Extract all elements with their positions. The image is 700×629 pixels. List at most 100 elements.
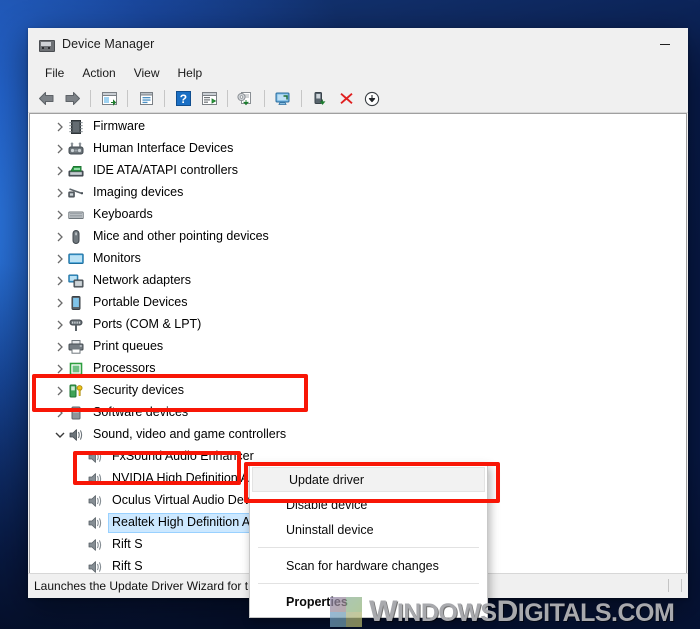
- software-device-icon: [68, 405, 84, 421]
- menu-action[interactable]: Action: [73, 63, 124, 83]
- tree-item-label: Display adapters: [90, 113, 189, 114]
- toolbar-forward[interactable]: [60, 87, 84, 110]
- tree-item-software-devices[interactable]: Software devices: [30, 402, 686, 424]
- toolbar-separator: [264, 90, 265, 107]
- audio-device-icon: [87, 537, 103, 553]
- tree-item-label: Monitors: [93, 251, 141, 265]
- tree-item-security-devices[interactable]: Security devices: [30, 380, 686, 402]
- chevron-right-icon[interactable]: [52, 119, 68, 135]
- chevron-right-icon[interactable]: [52, 361, 68, 377]
- audio-device-icon: [87, 559, 103, 573]
- toolbar-action-pane[interactable]: [197, 87, 221, 110]
- show-hide-action-pane-icon: [201, 92, 217, 105]
- chevron-right-icon[interactable]: [52, 383, 68, 399]
- toolbar-properties[interactable]: [134, 87, 158, 110]
- tree-item-sound-video-game-controllers[interactable]: Sound, video and game controllers: [30, 424, 686, 446]
- toolbar-disable-device[interactable]: [360, 87, 384, 110]
- tree-item-label: Security devices: [93, 383, 185, 397]
- monitor-icon: [68, 251, 84, 267]
- security-device-icon: [68, 383, 84, 399]
- tree-item-portable-devices[interactable]: Portable Devices: [30, 292, 686, 314]
- tree-item-print-queues[interactable]: Print queues: [30, 336, 686, 358]
- chevron-down-icon[interactable]: [52, 427, 68, 443]
- properties-icon: [139, 92, 153, 105]
- chevron-right-icon[interactable]: [52, 229, 68, 245]
- firmware-icon: [68, 119, 84, 135]
- tree-item-label: Portable Devices: [93, 295, 188, 309]
- toolbar-help[interactable]: ?: [171, 87, 195, 110]
- tree-item-monitors[interactable]: Monitors: [30, 248, 686, 270]
- chevron-right-icon[interactable]: [52, 405, 68, 421]
- toolbar: ?: [28, 85, 688, 113]
- tree-item-label: Firmware: [93, 119, 146, 133]
- tree-item-label: Rift S: [112, 559, 143, 573]
- audio-device-icon: [87, 471, 103, 487]
- watermark-indows: INDOWS: [396, 599, 497, 627]
- chevron-right-icon[interactable]: [52, 317, 68, 333]
- uninstall-device-icon: [339, 93, 353, 104]
- context-menu-separator: [258, 547, 479, 548]
- window-title: Device Manager: [62, 37, 155, 51]
- tree-item-network-adapters[interactable]: Network adapters: [30, 270, 686, 292]
- context-uninstall-device[interactable]: Uninstall device: [250, 517, 487, 542]
- tree-item-mice[interactable]: Mice and other pointing devices: [30, 226, 686, 248]
- network-adapter-icon: [68, 273, 84, 289]
- menu-view[interactable]: View: [125, 63, 169, 83]
- chevron-right-icon[interactable]: [52, 141, 68, 157]
- tree-item-ports[interactable]: Ports (COM & LPT): [30, 314, 686, 336]
- titlebar: Device Manager: [28, 28, 688, 60]
- tree-item-imaging-devices[interactable]: Imaging devices: [30, 182, 686, 204]
- toolbar-separator: [164, 90, 165, 107]
- menu-file[interactable]: File: [36, 63, 73, 83]
- tree-item-label: Human Interface Devices: [93, 141, 234, 155]
- chevron-right-icon[interactable]: [52, 207, 68, 223]
- chevron-right-icon[interactable]: [52, 163, 68, 179]
- toolbar-uninstall-device[interactable]: [334, 87, 358, 110]
- toolbar-separator: [90, 90, 91, 107]
- tree-item-keyboards[interactable]: Keyboards: [30, 204, 686, 226]
- context-menu-separator: [258, 583, 479, 584]
- chevron-right-icon[interactable]: [52, 273, 68, 289]
- menu-help[interactable]: Help: [169, 63, 212, 83]
- toolbar-back[interactable]: [34, 87, 58, 110]
- tree-item-processors[interactable]: Processors: [30, 358, 686, 380]
- context-disable-device[interactable]: Disable device: [250, 492, 487, 517]
- svg-text:?: ?: [179, 92, 186, 106]
- mouse-icon: [68, 229, 84, 245]
- chevron-right-icon[interactable]: [52, 251, 68, 267]
- status-text: Launches the Update Driver Wizard for th…: [34, 579, 262, 593]
- toolbar-separator: [127, 90, 128, 107]
- toolbar-enable-device[interactable]: [308, 87, 332, 110]
- audio-device-icon: [87, 515, 103, 531]
- watermark-w: W: [369, 595, 397, 628]
- tree-item-label: Software devices: [93, 405, 189, 419]
- tree-item-label: Network adapters: [93, 273, 191, 287]
- chevron-right-icon[interactable]: [52, 295, 68, 311]
- minimize-button[interactable]: [642, 28, 688, 60]
- tree-item-label: IDE ATA/ATAPI controllers: [93, 163, 238, 177]
- forward-arrow-icon: [65, 92, 80, 105]
- chevron-right-icon[interactable]: [52, 339, 68, 355]
- context-scan-hardware[interactable]: Scan for hardware changes: [250, 553, 487, 578]
- resize-grip[interactable]: [668, 579, 682, 592]
- context-update-driver[interactable]: Update driver: [252, 467, 485, 492]
- tree-item-label: Mice and other pointing devices: [93, 229, 269, 243]
- context-item-label: Scan for hardware changes: [286, 558, 439, 573]
- toolbar-console-tree[interactable]: [97, 87, 121, 110]
- tree-item-firmware[interactable]: Firmware: [30, 116, 686, 138]
- tree-item-label: Imaging devices: [93, 185, 184, 199]
- imaging-device-icon: [68, 185, 84, 201]
- toolbar-update-driver[interactable]: [234, 87, 258, 110]
- tree-item-label: FxSound Audio Enhancer: [112, 449, 254, 463]
- tree-item-human-interface-devices[interactable]: Human Interface Devices: [30, 138, 686, 160]
- watermark: WINDOWSDIGITALS.COM: [330, 595, 675, 628]
- portable-device-icon: [68, 295, 84, 311]
- tree-item-label: Oculus Virtual Audio Device: [112, 493, 267, 507]
- scan-for-hardware-changes-icon: [275, 92, 290, 105]
- chevron-right-icon[interactable]: [52, 185, 68, 201]
- processor-icon: [68, 361, 84, 377]
- show-hide-console-tree-icon: [101, 92, 117, 106]
- toolbar-scan-hardware[interactable]: [271, 87, 295, 110]
- watermark-d: D: [496, 595, 519, 628]
- tree-item-ide-controllers[interactable]: IDE ATA/ATAPI controllers: [30, 160, 686, 182]
